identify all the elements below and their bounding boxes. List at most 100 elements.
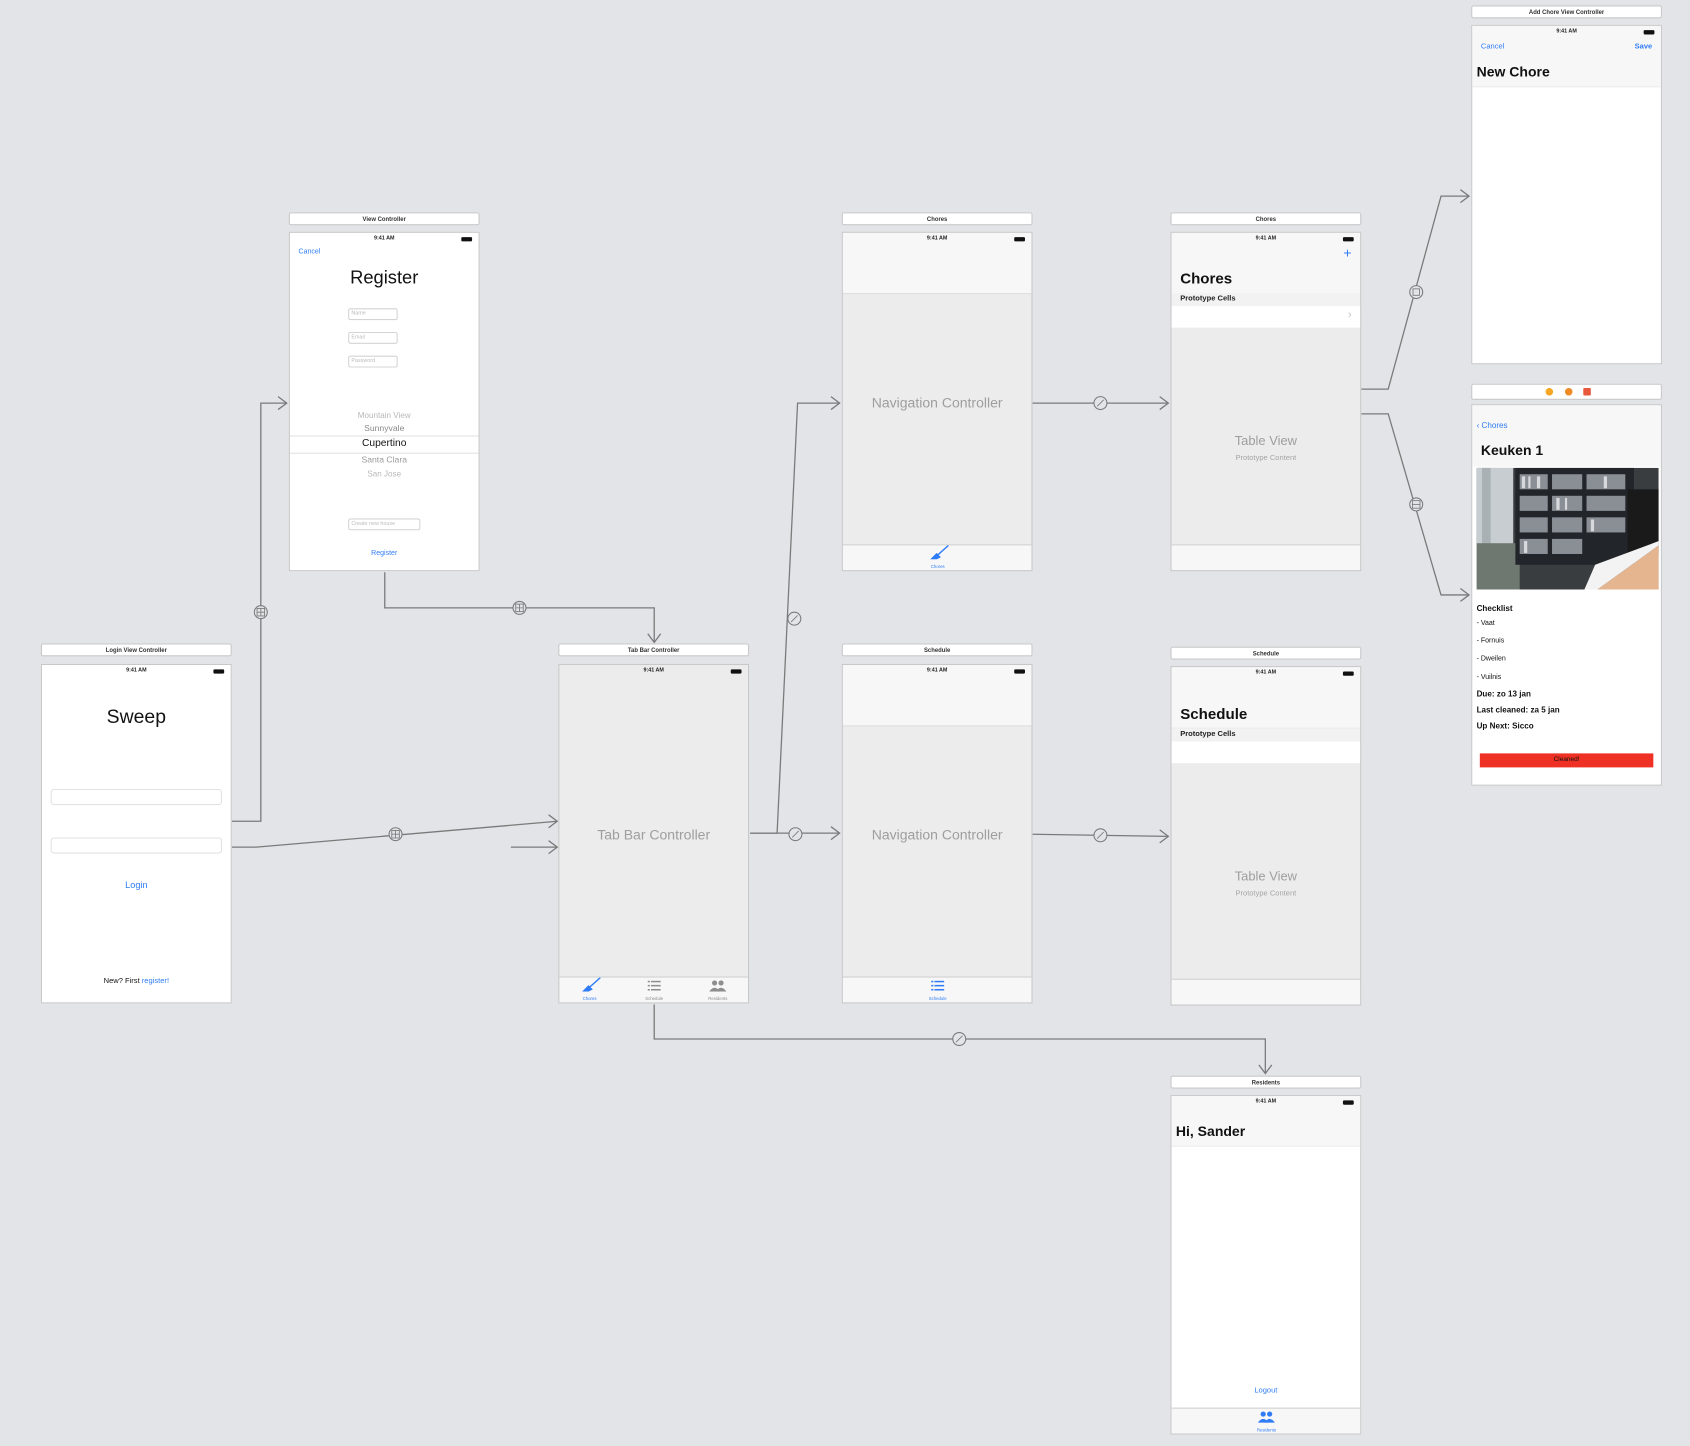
tab-residents[interactable]: Residents [703, 980, 733, 1002]
house-field[interactable]: Create new house [348, 518, 421, 531]
list-icon [639, 980, 669, 995]
prototype-cell[interactable] [1171, 741, 1361, 764]
battery-icon [1342, 671, 1354, 676]
scene-title-tabbar[interactable]: Tab Bar Controller [558, 643, 750, 657]
nav-chores-scene: 9:41 AM Navigation Controller Chores [841, 231, 1033, 572]
broom-icon [923, 544, 953, 562]
tab-bar: Residents [1171, 1407, 1361, 1434]
checklist-item: - Dweilen [1476, 655, 1506, 663]
register-scene: 9:41 AM Cancel Register Name Email Passw… [288, 231, 480, 572]
nav-schedule-scene: 9:41 AM Navigation Controller Schedule [841, 663, 1033, 1004]
status-bar: 9:41 AM [926, 234, 948, 242]
view-controller-icon[interactable] [1545, 388, 1554, 396]
battery-icon [1342, 1100, 1354, 1105]
scene-title-login[interactable]: Login View Controller [40, 643, 232, 657]
picker-option[interactable]: Sunnyvale [290, 424, 479, 434]
status-bar: 9:41 AM [1556, 28, 1577, 35]
username-field[interactable] [50, 788, 223, 806]
name-field[interactable]: Name [348, 308, 398, 321]
cancel-button[interactable]: Cancel [1481, 43, 1504, 51]
register-button[interactable]: Register [290, 550, 479, 558]
chores-heading: Chores [1180, 269, 1233, 287]
tab-bar [1171, 978, 1361, 1005]
register-heading: Register [350, 267, 419, 288]
people-icon [1251, 1411, 1281, 1426]
checklist-item: - Fornuis [1476, 636, 1505, 645]
battery-icon [461, 237, 473, 241]
scene-title-nav-schedule[interactable]: Schedule [841, 643, 1033, 657]
chore-detail-scene: ‹ Chores Keuken 1 Checklist - Vaat - For… [1471, 404, 1662, 786]
status-bar: 9:41 AM [373, 234, 395, 242]
tab-bar: Schedule [842, 976, 1032, 1003]
tab-label: Schedule [645, 995, 664, 1002]
prototype-content-label: Prototype Content [1235, 890, 1297, 898]
last-cleaned: Last cleaned: za 5 jan [1476, 704, 1560, 715]
tabbar-scene: 9:41 AM Tab Bar Controller Chores Schedu… [558, 663, 750, 1004]
tab-schedule[interactable]: Schedule [923, 980, 953, 1001]
tab-schedule[interactable]: Schedule [639, 980, 669, 1002]
tab-bar: Chores [842, 544, 1032, 571]
battery-icon [1342, 237, 1354, 241]
exit-icon[interactable] [1583, 388, 1591, 396]
tab-residents[interactable]: Residents [1251, 1411, 1281, 1432]
tab-chores[interactable]: Chores [923, 544, 953, 570]
status-bar: 9:41 AM [926, 667, 948, 674]
footer-prefix: New? First [103, 977, 140, 986]
cancel-button[interactable]: Cancel [299, 248, 321, 256]
prototype-content-label: Prototype Content [1235, 454, 1297, 463]
list-icon [923, 980, 953, 995]
tab-chores[interactable]: Chores [574, 977, 604, 1002]
scene-title-nav-chores[interactable]: Chores [841, 212, 1033, 226]
picker-option-selected[interactable]: Cupertino [290, 438, 479, 450]
picker-option[interactable]: San Jose [290, 469, 479, 479]
tabbar-controller-label: Tab Bar Controller [597, 826, 711, 843]
residents-scene: 9:41 AM Hi, Sander Logout Residents [1170, 1095, 1362, 1435]
up-next: Up Next: Sicco [1476, 721, 1534, 731]
scene-title-schedule[interactable]: Schedule [1170, 646, 1362, 660]
broom-icon [574, 977, 604, 995]
prototype-cells-header: Prototype Cells [1171, 728, 1361, 742]
battery-icon [1014, 669, 1025, 674]
scene-title-add-chore[interactable]: Add Chore View Controller [1471, 5, 1662, 19]
scene-title-residents[interactable]: Residents [1170, 1075, 1362, 1089]
save-button[interactable]: Save [1635, 43, 1653, 51]
chores-table-scene: 9:41 AM + Chores Prototype Cells › Table… [1170, 231, 1362, 572]
tab-bar [1171, 544, 1361, 571]
back-button[interactable]: ‹ Chores [1477, 420, 1508, 430]
checklist-title: Checklist [1476, 603, 1513, 614]
new-chore-heading: New Chore [1476, 63, 1550, 80]
prototype-cell[interactable]: › [1171, 306, 1361, 328]
email-field[interactable]: Email [348, 331, 398, 344]
picker-option[interactable]: Mountain View [290, 411, 479, 421]
scene-title-register[interactable]: View Controller [288, 212, 480, 226]
battery-icon [730, 669, 742, 674]
tab-label: Chores [930, 563, 945, 570]
chore-title: Keuken 1 [1480, 441, 1544, 459]
cleaned-button[interactable]: Cleaned! [1479, 753, 1654, 768]
login-scene: 9:41 AM Sweep Login New? First register! [40, 663, 232, 1004]
navigation-controller-label: Navigation Controller [871, 394, 1003, 411]
add-chore-button[interactable]: + [1343, 245, 1351, 261]
register-link[interactable]: register! [142, 978, 169, 986]
back-label: Chores [1481, 420, 1508, 431]
chevron-right-icon: › [1347, 309, 1352, 322]
people-icon [703, 980, 733, 995]
password-field[interactable]: Password [348, 355, 398, 368]
residents-greeting: Hi, Sander [1175, 1123, 1246, 1140]
scene-dock[interactable] [1471, 383, 1662, 400]
due-date: Due: zo 13 jan [1476, 688, 1531, 699]
navigation-controller-label: Navigation Controller [871, 826, 1003, 843]
battery-icon [213, 669, 225, 674]
login-button[interactable]: Login [42, 879, 231, 890]
tab-label: Chores [582, 995, 597, 1002]
checklist-item: - Vuilnis [1476, 673, 1502, 682]
scene-title-chores[interactable]: Chores [1170, 212, 1362, 226]
logout-button[interactable]: Logout [1172, 1387, 1361, 1395]
picker-option[interactable]: Santa Clara [290, 455, 479, 465]
checklist-item: - Vaat [1476, 619, 1495, 628]
password-field[interactable] [50, 837, 223, 854]
tab-label: Residents [708, 995, 728, 1002]
table-view-label: Table View [1234, 868, 1298, 884]
first-responder-icon[interactable] [1564, 388, 1573, 396]
segue-badge-icon [1409, 285, 1424, 300]
